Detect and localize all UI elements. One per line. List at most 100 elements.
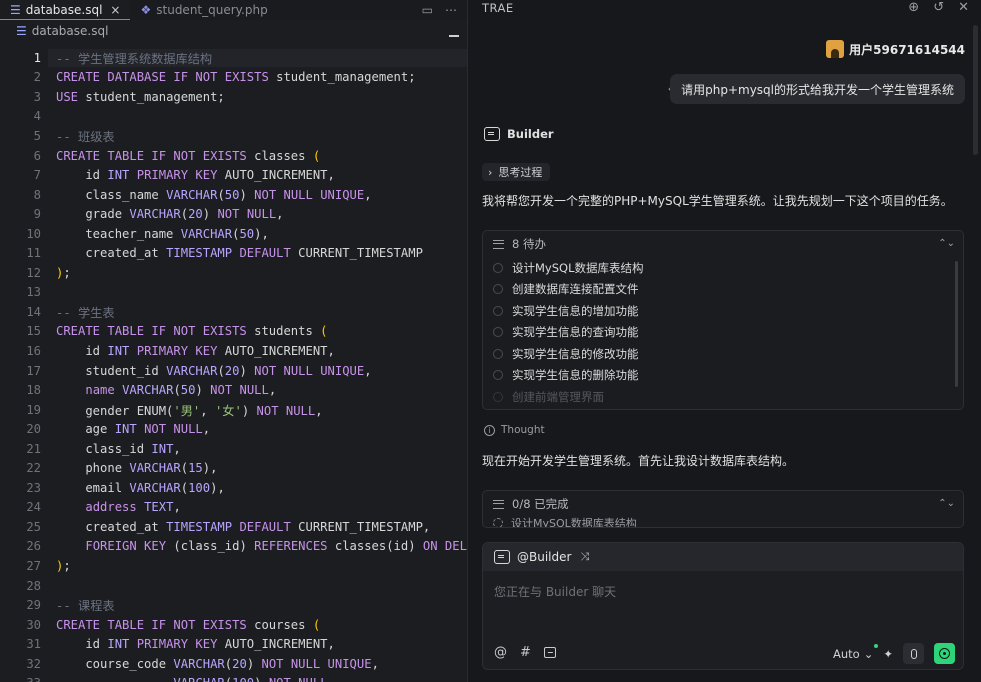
tab-database-sql[interactable]: ☰ database.sql ×: [0, 0, 131, 20]
sparkle-icon[interactable]: ✦: [883, 647, 893, 661]
code-line[interactable]: 17 student_id VARCHAR(20) NOT NULL UNIQU…: [0, 361, 467, 381]
model-selector[interactable]: Auto ⌄: [833, 643, 879, 661]
todo-item[interactable]: 实现学生信息的修改功能: [483, 343, 963, 365]
close-tab-icon[interactable]: ×: [110, 3, 120, 17]
shuffle-icon[interactable]: ⤨: [580, 550, 589, 564]
hashtag-icon[interactable]: #: [520, 645, 531, 660]
code-line[interactable]: 33 VARCHAR(100) NOT NULL: [0, 674, 467, 682]
code-text: );: [56, 265, 71, 280]
loading-spinner-icon: [493, 518, 503, 527]
progress-count: 0/8 已完成: [512, 497, 569, 511]
collapse-icon[interactable]: ⌃⌄: [938, 498, 955, 509]
new-chat-icon[interactable]: ⊕: [908, 0, 919, 15]
todo-scrollbar[interactable]: [955, 261, 958, 387]
code-text: -- 学生管理系统数据库结构: [48, 48, 467, 67]
code-text: CREATE DATABASE IF NOT EXISTS student_ma…: [56, 70, 416, 85]
code-text: grade VARCHAR(20) NOT NULL,: [56, 207, 284, 222]
todo-item[interactable]: 实现学生信息的查询功能: [483, 322, 963, 344]
line-number: 18: [26, 383, 41, 398]
code-text: id INT PRIMARY KEY AUTO_INCREMENT,: [56, 168, 335, 183]
code-line[interactable]: 2 CREATE DATABASE IF NOT EXISTS student_m…: [0, 68, 467, 88]
code-line[interactable]: 18 name VARCHAR(50) NOT NULL,: [0, 380, 467, 400]
thinking-process-toggle[interactable]: › 思考过程: [482, 163, 551, 181]
code-line[interactable]: 14 -- 学生表: [0, 302, 467, 322]
progress-header[interactable]: 0/8 已完成 ⌃⌄: [483, 491, 963, 517]
code-line[interactable]: 11 created_at TIMESTAMP DEFAULT CURRENT_…: [0, 243, 467, 263]
split-editor-icon[interactable]: ▭: [422, 3, 433, 17]
todo-header[interactable]: 8 待办 ⌃⌄: [483, 231, 963, 257]
line-number: 3: [33, 89, 41, 104]
line-number: 5: [33, 128, 41, 143]
code-line[interactable]: 25 created_at TIMESTAMP DEFAULT CURRENT_…: [0, 517, 467, 537]
code-line[interactable]: 19 gender ENUM('男', '女') NOT NULL,: [0, 400, 467, 420]
line-number: 32: [26, 656, 41, 671]
todo-item[interactable]: 实现学生信息的删除功能: [483, 365, 963, 387]
tab-actions: ▭ ⋯: [422, 0, 457, 20]
code-line[interactable]: 3 USE student_management;: [0, 87, 467, 107]
code-line[interactable]: 5 -- 班级表: [0, 126, 467, 146]
send-button[interactable]: [934, 643, 955, 664]
image-icon[interactable]: [543, 647, 556, 658]
todo-item[interactable]: 设计MySQL数据库表结构: [483, 257, 963, 279]
chat-input[interactable]: 您正在与 Builder 聊天: [494, 583, 616, 600]
todo-label: 实现学生信息的修改功能: [512, 346, 639, 361]
code-line[interactable]: 12);: [0, 263, 467, 283]
code-line[interactable]: 29 -- 课程表: [0, 595, 467, 615]
user-message-bubble: 请用php+mysql的形式给我开发一个学生管理系统: [670, 74, 965, 104]
chat-actions: Auto ⌄ ✦: [833, 643, 955, 664]
code-line[interactable]: 15 CREATE TABLE IF NOT EXISTS students (: [0, 322, 467, 342]
code-line[interactable]: 8 class_name VARCHAR(50) NOT NULL UNIQUE…: [0, 185, 467, 205]
microphone-icon: [910, 648, 917, 659]
code-text: class_id INT,: [56, 441, 181, 456]
minimap-collapse-icon[interactable]: [449, 35, 459, 37]
editor-tabbar: ☰ database.sql × ❖ student_query.php ▭ ⋯: [0, 0, 467, 20]
tab-student-query-php[interactable]: ❖ student_query.php: [130, 0, 277, 20]
mention-icon[interactable]: @: [494, 645, 507, 660]
code-line[interactable]: 4: [0, 107, 467, 127]
code-line[interactable]: 24 address TEXT,: [0, 498, 467, 518]
history-icon[interactable]: ↺: [933, 0, 944, 15]
todo-item[interactable]: 创建数据库连接配置文件: [483, 279, 963, 301]
todo-list: 设计MySQL数据库表结构 创建数据库连接配置文件 实现学生信息的增加功能 实现学生信…: [483, 257, 963, 408]
code-line[interactable]: 10 teacher_name VARCHAR(50),: [0, 224, 467, 244]
agent-mention[interactable]: @Builder: [517, 550, 571, 564]
code-line[interactable]: 27);: [0, 556, 467, 576]
code-line[interactable]: 21 class_id INT,: [0, 439, 467, 459]
code-line[interactable]: 26 FOREIGN KEY (class_id) REFERENCES cla…: [0, 537, 467, 557]
code-line[interactable]: 1 -- 学生管理系统数据库结构: [0, 48, 467, 68]
code-area[interactable]: 1 -- 学生管理系统数据库结构 2 CREATE DATABASE IF NOT E…: [0, 48, 467, 682]
code-line[interactable]: 20 age INT NOT NULL,: [0, 419, 467, 439]
more-actions-icon[interactable]: ⋯: [445, 3, 457, 17]
code-line[interactable]: 9 grade VARCHAR(20) NOT NULL,: [0, 204, 467, 224]
code-line[interactable]: 28: [0, 576, 467, 596]
line-number: 20: [26, 422, 41, 437]
todo-label: 创建数据库连接配置文件: [512, 282, 639, 297]
code-line[interactable]: 16 id INT PRIMARY KEY AUTO_INCREMENT,: [0, 341, 467, 361]
todo-item[interactable]: 创建前端管理界面: [483, 386, 963, 408]
code-text: USE student_management;: [56, 89, 225, 104]
user-header: 用户59671614544: [826, 40, 965, 58]
line-number: 23: [26, 480, 41, 495]
collapse-icon[interactable]: ⌃⌄: [938, 238, 955, 249]
code-line[interactable]: 6 CREATE TABLE IF NOT EXISTS classes (: [0, 146, 467, 166]
code-line[interactable]: 7 id INT PRIMARY KEY AUTO_INCREMENT,: [0, 165, 467, 185]
thought-label-row[interactable]: i Thought: [484, 424, 545, 436]
code-line[interactable]: 22 phone VARCHAR(15),: [0, 458, 467, 478]
line-number: 24: [26, 500, 41, 515]
microphone-button[interactable]: [903, 643, 924, 664]
code-line[interactable]: 13: [0, 283, 467, 303]
panel-scrollbar[interactable]: [973, 25, 978, 155]
code-line[interactable]: 23 email VARCHAR(100),: [0, 478, 467, 498]
breadcrumb-file[interactable]: database.sql: [32, 24, 109, 38]
line-number: 10: [26, 226, 41, 241]
code-line[interactable]: 31 id INT PRIMARY KEY AUTO_INCREMENT,: [0, 634, 467, 654]
code-line[interactable]: 32 course_code VARCHAR(20) NOT NULL UNIQ…: [0, 654, 467, 674]
thought-label: Thought: [501, 424, 545, 436]
line-number: 2: [33, 70, 41, 85]
close-panel-icon[interactable]: ✕: [958, 0, 969, 15]
agent-name: Builder: [507, 127, 554, 141]
code-text: );: [56, 558, 71, 573]
todo-item[interactable]: 实现学生信息的增加功能: [483, 300, 963, 322]
code-line[interactable]: 30 CREATE TABLE IF NOT EXISTS courses (: [0, 615, 467, 635]
line-number: 9: [33, 207, 41, 222]
